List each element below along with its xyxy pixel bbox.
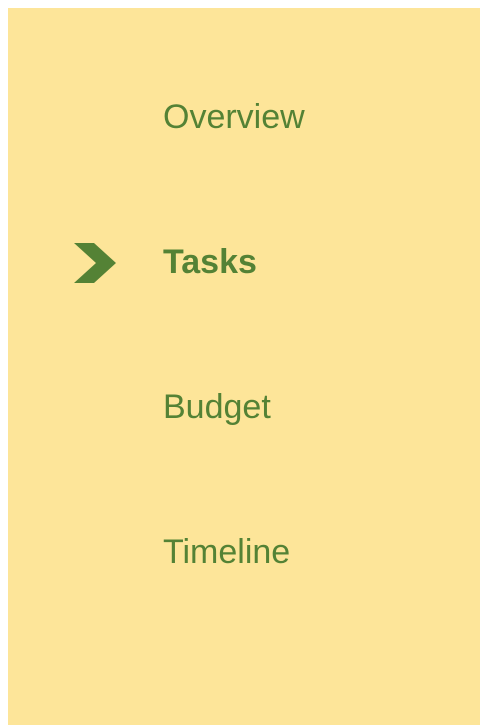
nav-item-budget[interactable]: Budget	[8, 377, 480, 437]
nav-item-timeline[interactable]: Timeline	[8, 522, 480, 582]
nav-item-label: Timeline	[163, 533, 291, 571]
nav-item-label: Overview	[163, 98, 305, 136]
nav-item-overview[interactable]: Overview	[8, 87, 480, 147]
nav-item-tasks[interactable]: Tasks	[8, 232, 480, 292]
nav-item-label: Budget	[163, 388, 271, 426]
nav-panel: Overview Tasks Budget Timeline	[8, 8, 480, 725]
nav-item-label: Tasks	[163, 243, 257, 281]
chevron-right-icon	[72, 243, 116, 283]
